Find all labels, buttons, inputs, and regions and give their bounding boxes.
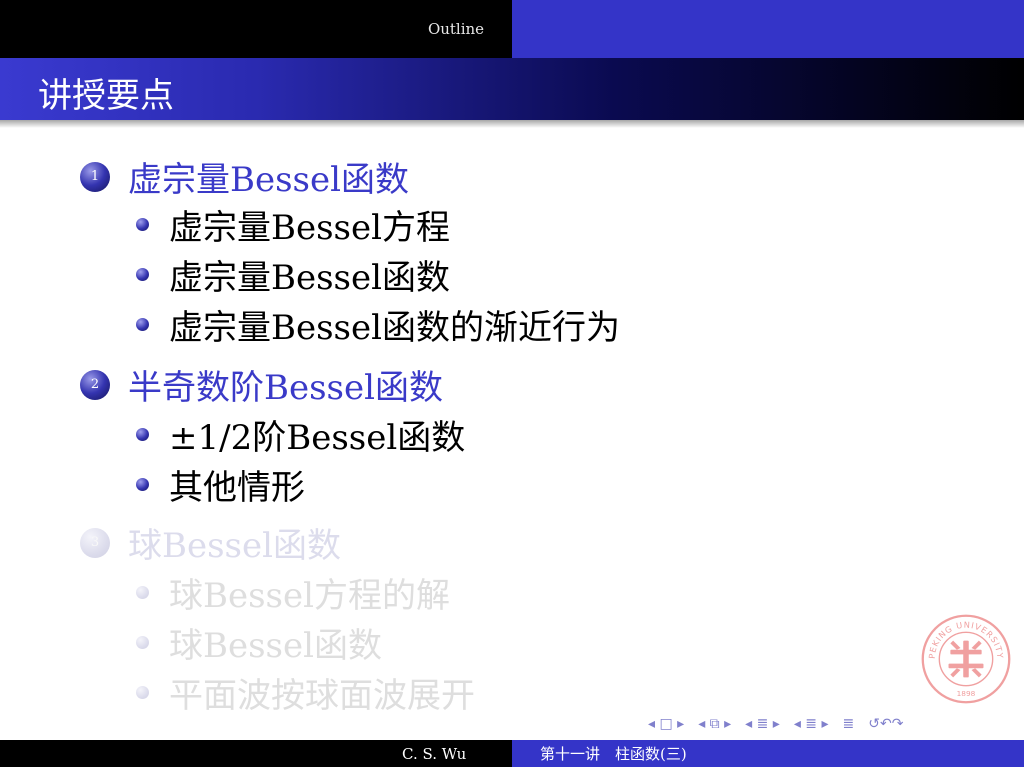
subsection-title: 其他情形 bbox=[169, 468, 305, 508]
nav-subsection-icon[interactable]: ◂ ⧉ ▸ bbox=[698, 716, 731, 732]
footer-lecture-title: 第十一讲 柱函数(三) bbox=[540, 745, 687, 763]
outline-subsection[interactable]: ±1/2阶Bessel函数 bbox=[136, 410, 465, 459]
outline-subsection[interactable]: 虚宗量Bessel函数 bbox=[136, 250, 450, 299]
bullet-icon bbox=[136, 218, 149, 231]
section-number-badge: 3 bbox=[80, 527, 110, 558]
subsection-title: 平面波按球面波展开 bbox=[169, 676, 475, 716]
footer-right: 第十一讲 柱函数(三) bbox=[512, 740, 1024, 767]
section-title: 半奇数阶Bessel函数 bbox=[128, 368, 443, 408]
subsection-title: ±1/2阶Bessel函数 bbox=[169, 418, 466, 458]
title-shadow bbox=[0, 120, 1024, 128]
outline-section-3[interactable]: 3 球Bessel函数 bbox=[80, 518, 341, 567]
subsection-title: 虚宗量Bessel函数的渐近行为 bbox=[169, 308, 620, 348]
subsection-title: 虚宗量Bessel方程 bbox=[169, 208, 450, 248]
beamer-navigation: ◂ □ ▸ ◂ ⧉ ▸ ◂ ≣ ▸ ◂ ≣ ▸ ≣ ↺↶↷ bbox=[648, 716, 903, 732]
header-right bbox=[512, 0, 1024, 58]
section-number-badge: 1 bbox=[80, 161, 110, 192]
bullet-icon bbox=[136, 318, 149, 331]
nav-section-prev-icon[interactable]: ◂ ≣ ▸ bbox=[745, 716, 780, 732]
nav-align-icon[interactable]: ≣ bbox=[843, 716, 855, 732]
svg-text:1898: 1898 bbox=[957, 689, 976, 698]
subsection-title: 球Bessel方程的解 bbox=[169, 576, 450, 616]
section-number-badge: 2 bbox=[80, 369, 110, 400]
bullet-icon bbox=[136, 686, 149, 699]
section-title: 虚宗量Bessel函数 bbox=[128, 160, 409, 200]
outline-subsection[interactable]: 球Bessel函数 bbox=[136, 618, 382, 667]
nav-section-next-icon[interactable]: ◂ ≣ ▸ bbox=[794, 716, 829, 732]
header-bar: Outline bbox=[0, 0, 1024, 58]
footer-left: C. S. Wu bbox=[0, 740, 512, 767]
outline-subsection[interactable]: 虚宗量Bessel方程 bbox=[136, 200, 450, 249]
bullet-icon bbox=[136, 586, 149, 599]
frame-title: 讲授要点 bbox=[38, 76, 174, 116]
frame-title-bar: 讲授要点 bbox=[0, 58, 1024, 120]
bullet-icon bbox=[136, 428, 149, 441]
outline-subsection[interactable]: 虚宗量Bessel函数的渐近行为 bbox=[136, 300, 620, 349]
section-title: 球Bessel函数 bbox=[128, 526, 341, 566]
footer-bar: C. S. Wu 第十一讲 柱函数(三) bbox=[0, 740, 1024, 767]
nav-search-icon[interactable]: ↺↶↷ bbox=[868, 716, 903, 732]
outline-section-1[interactable]: 1 虚宗量Bessel函数 bbox=[80, 152, 409, 201]
outline-subsection[interactable]: 平面波按球面波展开 bbox=[136, 668, 475, 717]
outline-link[interactable]: Outline bbox=[428, 20, 484, 38]
bullet-icon bbox=[136, 636, 149, 649]
subsection-title: 球Bessel函数 bbox=[169, 626, 382, 666]
outline-subsection[interactable]: 球Bessel方程的解 bbox=[136, 568, 450, 617]
header-left: Outline bbox=[0, 0, 512, 58]
bullet-icon bbox=[136, 268, 149, 281]
footer-author: C. S. Wu bbox=[402, 744, 467, 763]
bullet-icon bbox=[136, 478, 149, 491]
nav-frame-icon[interactable]: ◂ □ ▸ bbox=[648, 716, 684, 732]
outline-section-2[interactable]: 2 半奇数阶Bessel函数 bbox=[80, 360, 443, 409]
subsection-title: 虚宗量Bessel函数 bbox=[169, 258, 450, 298]
university-seal-icon: PEKING UNIVERSITY 1898 bbox=[921, 614, 1011, 704]
outline-subsection[interactable]: 其他情形 bbox=[136, 460, 305, 509]
